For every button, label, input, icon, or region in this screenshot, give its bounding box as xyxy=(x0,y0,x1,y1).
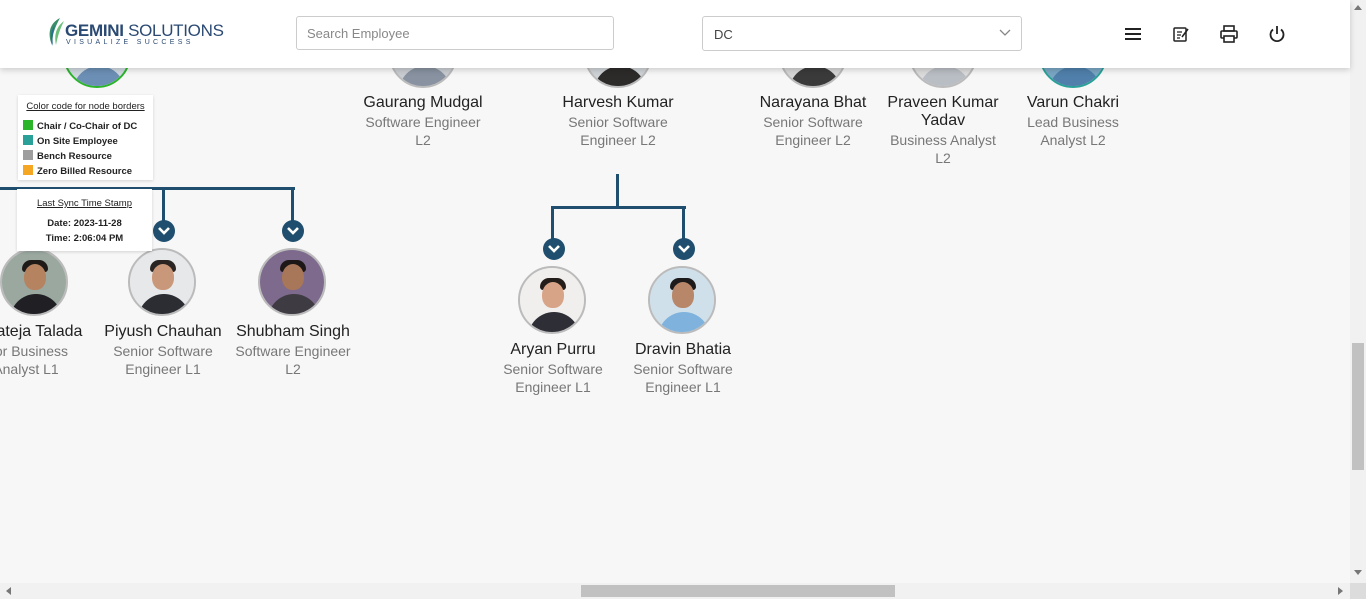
legend-swatch xyxy=(23,135,33,145)
employee-card-shubham: Shubham Singh Software Engineer L2 xyxy=(228,323,358,378)
power-icon[interactable] xyxy=(1267,24,1287,44)
employee-name[interactable]: Aryan Purru xyxy=(488,341,618,359)
employee-name[interactable]: Narayana Bhat xyxy=(748,94,878,112)
employee-card-praveen: Praveen Kumar Yadav Business Analyst L2 xyxy=(878,94,1008,167)
legend-title: Color code for node borders xyxy=(26,101,145,112)
legend-swatch xyxy=(23,165,33,175)
employee-name[interactable]: Harvesh Kumar xyxy=(553,94,683,112)
tree-connector xyxy=(551,206,554,242)
expand-toggle-shubham[interactable] xyxy=(282,220,304,242)
employee-name[interactable]: Dravin Bhatia xyxy=(618,341,748,359)
sync-time: Time: 2:06:04 PM xyxy=(45,233,124,244)
legend-swatch xyxy=(23,150,33,160)
employee-role: Senior Software Engineer L1 xyxy=(633,361,733,395)
horizontal-scrollbar[interactable] xyxy=(0,583,1350,599)
legend-item-bench: Bench Resource xyxy=(23,150,112,162)
department-select-value: DC xyxy=(714,27,733,42)
tree-connector xyxy=(551,206,686,209)
legend-label: Chair / Co-Chair of DC xyxy=(37,121,138,132)
employee-role: Senior Software Engineer L2 xyxy=(763,114,863,148)
scrollbar-corner xyxy=(1350,583,1366,599)
tree-connector xyxy=(616,174,619,208)
legend-label: Zero Billed Resource xyxy=(37,166,133,177)
scroll-right-arrow-icon xyxy=(1338,587,1343,595)
chevron-down-icon xyxy=(287,227,299,235)
employee-card-varun: Varun Chakri Lead Business Analyst L2 xyxy=(1008,94,1138,149)
employee-name[interactable]: Gaurang Mudgal xyxy=(358,94,488,112)
sync-timestamp-panel: Last Sync Time Stamp Date: 2023-11-28 Ti… xyxy=(17,189,152,251)
tree-connector xyxy=(682,206,685,242)
employee-name[interactable]: gateja Talada xyxy=(0,323,100,341)
employee-role: Software Engineer L2 xyxy=(365,114,481,148)
employee-role: nior Business Analyst L1 xyxy=(0,343,69,377)
employee-role: Senior Software Engineer L2 xyxy=(568,114,668,148)
employee-name[interactable]: Varun Chakri xyxy=(1008,94,1138,112)
employee-avatar[interactable] xyxy=(0,248,68,316)
expand-toggle-dravin[interactable] xyxy=(673,238,695,260)
department-select[interactable]: DC xyxy=(702,16,1022,51)
employee-card-talada: gateja Talada nior Business Analyst L1 xyxy=(0,323,100,378)
employee-card-dravin: Dravin Bhatia Senior Software Engineer L… xyxy=(618,341,748,396)
employee-role: Senior Software Engineer L1 xyxy=(503,361,603,395)
search-employee-input[interactable] xyxy=(296,16,614,50)
sync-date: Date: 2023-11-28 xyxy=(47,218,122,229)
tree-connector xyxy=(162,187,165,223)
chevron-down-icon xyxy=(999,29,1011,36)
sync-title: Last Sync Time Stamp xyxy=(36,198,133,209)
chevron-down-icon xyxy=(548,245,560,253)
legend-item-zero-billed: Zero Billed Resource xyxy=(23,165,132,177)
employee-role: Business Analyst L2 xyxy=(890,132,996,166)
employee-card-aryan: Aryan Purru Senior Software Engineer L1 xyxy=(488,341,618,396)
legend-item-chair: Chair / Co-Chair of DC xyxy=(23,120,137,132)
employee-avatar[interactable] xyxy=(258,248,326,316)
scroll-up-arrow-icon xyxy=(1354,5,1362,10)
employee-name[interactable]: Shubham Singh xyxy=(228,323,358,341)
expand-toggle-piyush[interactable] xyxy=(153,220,175,242)
top-navbar: GEMINI SOLUTIONS VISUALIZE SUCCESS DC xyxy=(0,0,1350,68)
employee-card-narayana: Narayana Bhat Senior Software Engineer L… xyxy=(748,94,878,149)
employee-avatar[interactable] xyxy=(648,266,716,334)
menu-icon[interactable] xyxy=(1123,24,1143,44)
gemini-logo[interactable]: GEMINI SOLUTIONS VISUALIZE SUCCESS xyxy=(46,17,224,51)
employee-avatar[interactable] xyxy=(518,266,586,334)
employee-avatar[interactable] xyxy=(128,248,196,316)
employee-card-piyush: Piyush Chauhan Senior Software Engineer … xyxy=(98,323,228,378)
logo-tagline: VISUALIZE SUCCESS xyxy=(66,39,194,46)
chevron-down-icon xyxy=(158,227,170,235)
legend-swatch xyxy=(23,120,33,130)
employee-name[interactable]: Piyush Chauhan xyxy=(98,323,228,341)
legend-item-onsite: On Site Employee xyxy=(23,135,118,147)
scroll-left-arrow-icon xyxy=(6,587,11,595)
employee-card-harvesh: Harvesh Kumar Senior Software Engineer L… xyxy=(553,94,683,149)
expand-toggle-aryan[interactable] xyxy=(543,238,565,260)
print-icon[interactable] xyxy=(1219,24,1239,44)
logo-brand: GEMINI SOLUTIONS xyxy=(65,21,224,40)
vertical-scroll-thumb[interactable] xyxy=(1352,343,1364,470)
horizontal-scroll-thumb[interactable] xyxy=(581,585,895,597)
legend-label: Bench Resource xyxy=(37,151,112,162)
notes-icon[interactable] xyxy=(1171,24,1191,44)
chevron-down-icon xyxy=(678,245,690,253)
border-color-legend: Color code for node borders Chair / Co-C… xyxy=(18,95,153,180)
employee-card-gaurang: Gaurang Mudgal Software Engineer L2 xyxy=(358,94,488,149)
employee-role: Senior Software Engineer L1 xyxy=(113,343,213,377)
employee-name[interactable]: Praveen Kumar Yadav xyxy=(878,94,1008,130)
vertical-scrollbar[interactable] xyxy=(1350,0,1366,583)
legend-label: On Site Employee xyxy=(37,136,118,147)
scroll-down-arrow-icon xyxy=(1354,570,1362,575)
tree-connector xyxy=(291,187,294,223)
employee-role: Software Engineer L2 xyxy=(235,343,351,377)
employee-role: Lead Business Analyst L2 xyxy=(1027,114,1119,148)
